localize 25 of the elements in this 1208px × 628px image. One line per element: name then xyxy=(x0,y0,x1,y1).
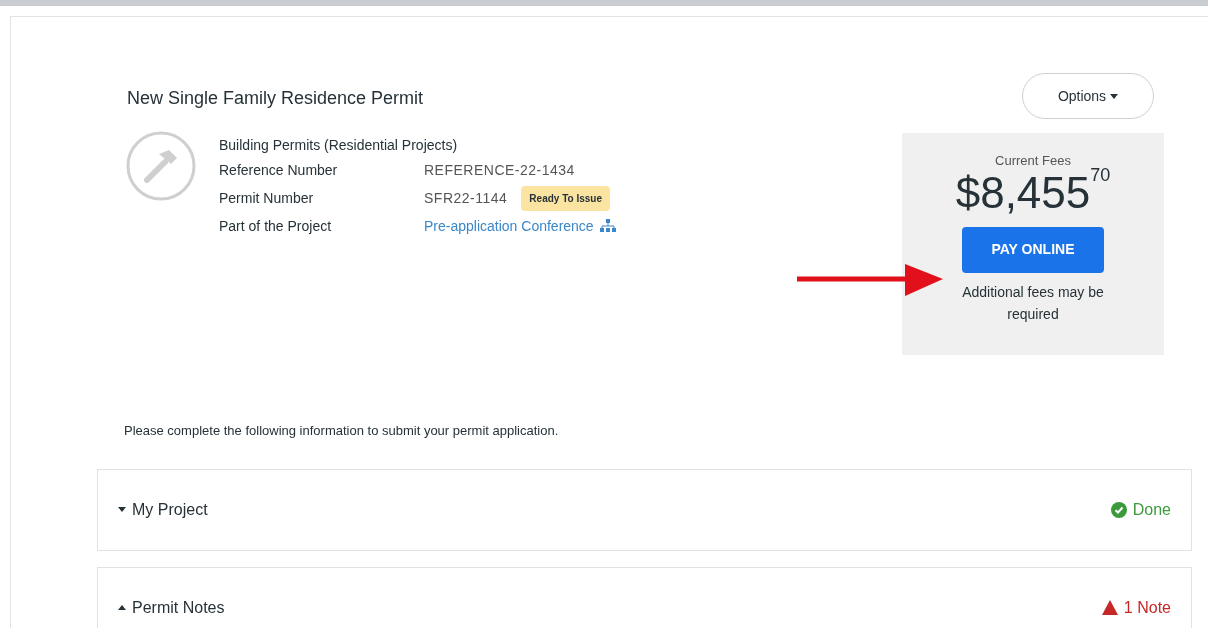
hammer-icon xyxy=(125,130,197,202)
field-label: Reference Number xyxy=(219,160,339,180)
field-value: SFR22-1144 xyxy=(424,188,508,208)
permit-title: New Single Family Residence Permit xyxy=(127,87,425,110)
field-label: Part of the Project xyxy=(219,216,333,236)
fees-label: Current Fees xyxy=(995,152,1071,170)
fees-note: Additional fees may be required xyxy=(961,282,1105,324)
field-value: REFERENCE-22-1434 xyxy=(424,160,575,180)
section-toggle[interactable]: My Project xyxy=(118,497,208,522)
section-status: 1 Note xyxy=(1123,597,1171,618)
field-label: Permit Number xyxy=(219,188,315,208)
caret-down-icon xyxy=(118,507,126,512)
warning-icon xyxy=(1101,600,1118,615)
pay-online-button[interactable]: PAY ONLINE xyxy=(962,226,1104,273)
caret-up-icon xyxy=(118,605,126,610)
section-toggle[interactable]: Permit Notes xyxy=(118,595,225,620)
instructions-text: Please complete the following information to submit your permit application. xyxy=(124,422,560,440)
permit-category: Building Permits (Residential Projects) xyxy=(219,136,459,155)
hierarchy-icon xyxy=(599,219,616,233)
caret-icon xyxy=(1110,93,1119,99)
check-circle-icon xyxy=(1110,501,1127,518)
fee-amount: $8,455$^{70}$ xyxy=(955,170,1111,215)
section-status: Done xyxy=(1132,499,1171,520)
status-badge: Ready To Issue xyxy=(521,185,610,211)
project-link[interactable]: Pre-application Conference xyxy=(424,215,594,237)
